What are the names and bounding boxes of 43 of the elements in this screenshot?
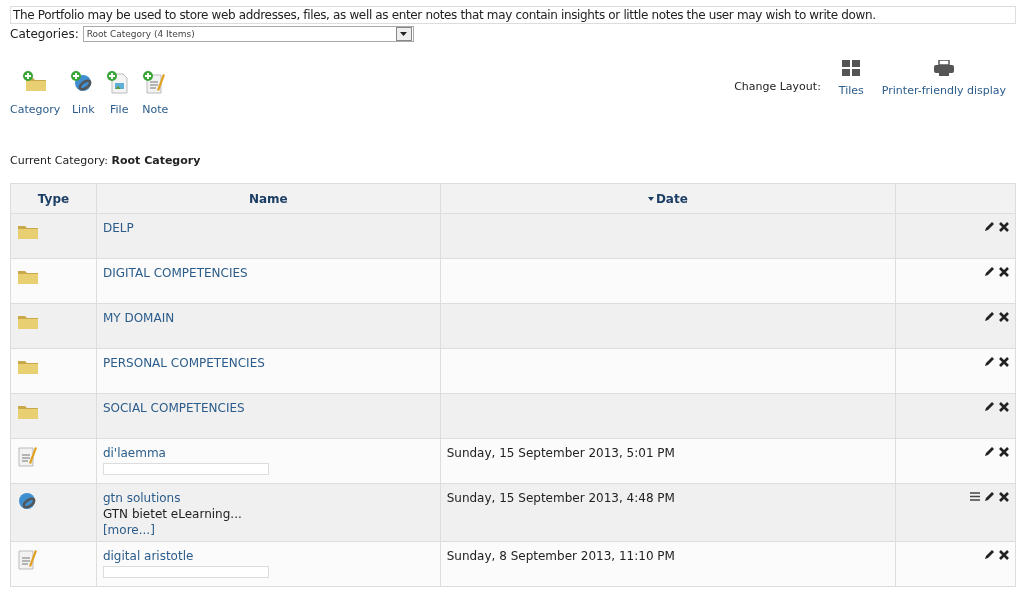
item-description: GTN bietet eLearning...	[102, 507, 243, 521]
intro-text: The Portfolio may be used to store web addresses, files, as well as enter notes that may contain insights or little notes the user may wish to write down.	[10, 6, 1016, 24]
categories-select[interactable]: Root Category (4 Items)	[82, 26, 414, 42]
more-link[interactable]: [more...]	[102, 523, 434, 537]
delete-icon[interactable]	[999, 311, 1009, 322]
layout-link[interactable]: Printer-friendly display	[881, 60, 1006, 97]
delete-icon[interactable]	[999, 549, 1009, 560]
edit-icon[interactable]	[984, 401, 995, 412]
add-item-button[interactable]: File	[106, 70, 133, 116]
note-icon	[17, 446, 39, 467]
delete-icon[interactable]	[999, 356, 1009, 367]
current-category: Current Category: Root Category	[10, 154, 202, 167]
edit-icon[interactable]	[984, 549, 995, 560]
delete-icon[interactable]	[999, 266, 1009, 277]
edit-icon[interactable]	[984, 311, 995, 322]
delete-icon[interactable]	[999, 446, 1009, 457]
edit-icon[interactable]	[984, 491, 995, 502]
add-item-button[interactable]: Link	[70, 70, 97, 116]
printer-icon	[933, 60, 954, 76]
edit-icon[interactable]	[984, 446, 995, 457]
date-cell: Sunday, 15 September 2013, 5:01 PM	[446, 446, 675, 460]
item-name-link[interactable]: gtn solutions	[102, 491, 434, 505]
date-cell: Sunday, 15 September 2013, 4:48 PM	[446, 491, 675, 505]
edit-icon[interactable]	[984, 266, 995, 277]
add-item-button[interactable]: Note	[142, 70, 169, 116]
dropdown-caret-icon	[400, 32, 408, 36]
note-icon	[17, 549, 39, 570]
column-header[interactable]: Name	[96, 183, 441, 214]
date-cell: Sunday, 8 September 2013, 11:10 PM	[446, 549, 675, 563]
delete-icon[interactable]	[999, 221, 1009, 232]
delete-icon[interactable]	[999, 491, 1009, 502]
add-item-button[interactable]: Category	[10, 70, 61, 116]
sort-caret-icon	[647, 197, 654, 201]
column-header[interactable]: Date	[440, 183, 896, 214]
tiles-icon	[842, 60, 861, 76]
change-layout-label: Change Layout:	[734, 80, 821, 93]
edit-icon[interactable]	[984, 356, 995, 367]
categories-label: Categories:	[10, 27, 79, 41]
column-header[interactable]: Type	[10, 183, 97, 214]
edit-icon[interactable]	[984, 221, 995, 232]
layout-link[interactable]: Tiles	[838, 60, 864, 97]
delete-icon[interactable]	[999, 401, 1009, 412]
details-icon[interactable]	[970, 492, 980, 501]
